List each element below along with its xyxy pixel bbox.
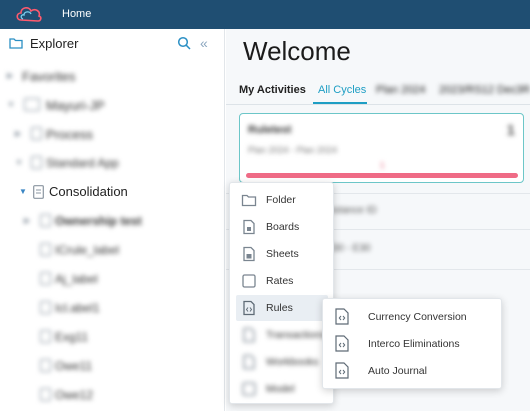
tree-item-label: Consolidation (49, 184, 128, 199)
page-title: Welcome (243, 36, 351, 66)
tree-item-process[interactable]: ▶ Process (0, 121, 225, 147)
tree-item-iclabel1[interactable]: Icl.abel1 (0, 295, 225, 321)
active-tab-indicator (313, 102, 367, 104)
folder-icon (9, 38, 23, 49)
menu-item-workbooks[interactable]: Workbooks (236, 349, 328, 375)
tab-bar: My Activities All Cycles Plan 2024 2023/… (226, 77, 530, 105)
explorer-title: Explorer (30, 36, 79, 51)
folder-icon (241, 194, 257, 207)
rule-file-icon (335, 308, 349, 325)
tree-item-aj-label[interactable]: Aj_label (0, 266, 225, 292)
tree-item-exg11[interactable]: Exg11 (0, 324, 225, 350)
tab-my-activities[interactable]: My Activities (239, 84, 306, 96)
tree-item-mayuri[interactable]: ▼ Mayuri-JP (0, 92, 225, 118)
rates-icon (242, 274, 256, 288)
submenu-item-auto-journal[interactable]: Auto Journal (323, 357, 503, 384)
transactions-icon (243, 327, 255, 343)
tab-plan-2024[interactable]: Plan 2024 (376, 84, 426, 96)
tab-all-cycles[interactable]: All Cycles (318, 84, 366, 96)
cycle-card[interactable]: Ruletest Plan 2024 - Plan 2024 1 1 (239, 113, 524, 183)
document-icon (33, 185, 44, 199)
collapse-sidebar-icon[interactable]: « (200, 36, 208, 50)
menu-item-sheets[interactable]: Sheets (236, 241, 328, 267)
tab-rs12-dec[interactable]: 2023/RS12 Dec (439, 84, 517, 96)
tree-item-owe12[interactable]: Owe12 (0, 382, 225, 408)
card-title: Ruletest (248, 124, 292, 136)
model-icon (242, 382, 256, 396)
tree-item-standard-app[interactable]: ▼ Standard App (0, 150, 225, 176)
search-icon[interactable] (177, 36, 191, 50)
expand-caret-icon[interactable]: ▼ (19, 187, 27, 196)
tree-item-ownership-test[interactable]: ▶ Ownership test (0, 208, 225, 234)
progress-label: 1 (380, 161, 385, 170)
tab-more[interactable]: 3R (516, 84, 530, 96)
submenu-item-interco-eliminations[interactable]: Interco Eliminations (323, 330, 503, 357)
board-icon (243, 219, 255, 235)
tree-item-favorites[interactable]: ▶ Favorites (0, 63, 225, 89)
menu-item-boards[interactable]: Boards (236, 214, 328, 240)
explorer-sidebar: Explorer « ▶ Favorites ▼ Mayuri-JP ▶ Pro… (0, 29, 225, 411)
rule-file-icon (335, 335, 349, 352)
card-subtitle: Plan 2024 - Plan 2024 (248, 145, 338, 155)
rule-file-icon (335, 362, 349, 379)
explorer-header: Explorer « (0, 29, 225, 59)
menu-item-rates[interactable]: Rates (236, 268, 328, 294)
menu-item-model[interactable]: Model (236, 376, 328, 402)
progress-bar (246, 173, 518, 178)
tree-item-owe11[interactable]: Owe11 (0, 353, 225, 379)
menu-item-folder[interactable]: Folder (236, 187, 328, 213)
rules-icon (243, 300, 255, 316)
top-bar: Home (0, 0, 530, 29)
rules-submenu: Currency Conversion Interco Eliminations… (322, 298, 502, 389)
menu-item-transactions[interactable]: Transactions (236, 322, 328, 348)
new-item-context-menu: Folder Boards Sheets Rates Rules Transac… (229, 182, 334, 404)
app-logo-icon[interactable] (14, 3, 44, 25)
home-link[interactable]: Home (62, 8, 91, 20)
tree-item-icrule-label[interactable]: ICrule_label (0, 237, 225, 263)
card-count: 1 (506, 122, 515, 139)
submenu-item-currency-conversion[interactable]: Currency Conversion (323, 303, 503, 330)
sheet-icon (243, 246, 255, 262)
tree-item-consolidation[interactable]: ▼ Consolidation (0, 179, 225, 205)
menu-item-rules[interactable]: Rules (236, 295, 328, 321)
workbook-icon (243, 354, 255, 370)
